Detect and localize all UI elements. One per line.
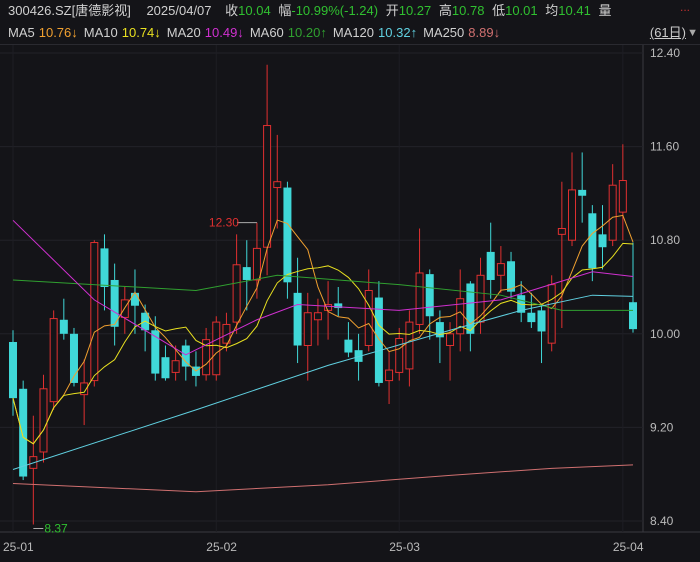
candle-body-down bbox=[181, 345, 190, 367]
y-tick-label: 9.20 bbox=[650, 420, 674, 434]
x-tick-label: 25-04 bbox=[613, 540, 644, 554]
candlestick-chart[interactable]: 12.40 11.60 10.80 10.00 9.20 8.40 25-01 25-02 25… bbox=[0, 0, 700, 562]
candle-body-down bbox=[537, 310, 546, 332]
candle-body-down bbox=[598, 234, 607, 248]
candle-body-down bbox=[283, 187, 292, 283]
high-price-label: 12.30 bbox=[209, 216, 239, 230]
candle-body-down bbox=[466, 283, 475, 334]
candle-body-down bbox=[629, 302, 637, 330]
y-tick-label: 8.40 bbox=[650, 514, 674, 528]
y-tick-label: 10.00 bbox=[650, 327, 680, 341]
x-tick-label: 25-01 bbox=[3, 540, 34, 554]
candle-body-down bbox=[19, 388, 28, 477]
candle-body-down bbox=[507, 261, 516, 292]
candle-body-up bbox=[232, 264, 241, 323]
candle-body-down bbox=[59, 319, 68, 334]
y-tick-label: 11.60 bbox=[650, 140, 679, 154]
y-tick-label: 12.40 bbox=[650, 46, 680, 60]
candle-body-up bbox=[385, 369, 394, 382]
low-price-label: 8.37 bbox=[44, 522, 68, 536]
x-tick-label: 25-02 bbox=[206, 540, 237, 554]
candle-body-up bbox=[90, 242, 99, 382]
candle-body-up bbox=[547, 284, 556, 344]
candle-body-down bbox=[161, 357, 170, 379]
candle-body-down bbox=[588, 213, 597, 269]
candle-body-down bbox=[344, 339, 353, 353]
candle-body-up bbox=[364, 290, 373, 347]
candle-body-up bbox=[446, 333, 455, 346]
candle-body-up bbox=[313, 312, 322, 321]
candle-body-up bbox=[212, 321, 221, 376]
candle-body-up bbox=[557, 228, 566, 235]
candle-body-down bbox=[9, 341, 17, 399]
y-tick-label: 10.80 bbox=[650, 233, 680, 247]
candle-body-up bbox=[568, 189, 577, 241]
candle-body-down bbox=[435, 322, 444, 338]
candle-body-up bbox=[496, 263, 505, 276]
ma250-line bbox=[12, 464, 634, 493]
x-tick-label: 25-03 bbox=[389, 540, 420, 554]
candle-body-up bbox=[39, 388, 48, 453]
candle-body-up bbox=[303, 312, 312, 346]
candle-body-down bbox=[374, 297, 383, 383]
candle-body-down bbox=[486, 251, 495, 280]
candle-body-down bbox=[527, 312, 536, 323]
candle-body-up bbox=[405, 321, 414, 370]
candle-body-up bbox=[273, 181, 282, 189]
candle-body-down bbox=[130, 292, 139, 306]
candle-body-down bbox=[293, 292, 302, 346]
candle-body-down bbox=[242, 267, 251, 280]
candle-body-up bbox=[252, 247, 261, 281]
candle-body-up bbox=[618, 180, 627, 213]
candle-body-up bbox=[49, 318, 58, 403]
candle-body-up bbox=[415, 272, 424, 325]
candle-body-up bbox=[171, 360, 180, 373]
candle-body-down bbox=[100, 248, 109, 287]
candle-body-down bbox=[425, 274, 434, 317]
candle-body-up bbox=[395, 337, 404, 373]
candle-body-down bbox=[578, 189, 587, 196]
candle-body-up bbox=[263, 125, 272, 248]
candle-body-up bbox=[608, 184, 617, 241]
